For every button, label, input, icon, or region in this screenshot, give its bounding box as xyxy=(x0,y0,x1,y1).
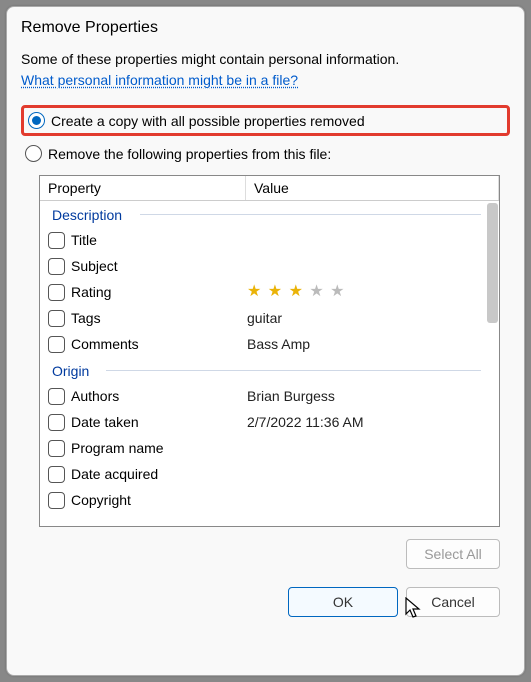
radio-icon xyxy=(25,145,42,162)
checkbox-comments[interactable] xyxy=(48,336,65,353)
checkbox-subject[interactable] xyxy=(48,258,65,275)
ok-button[interactable]: OK xyxy=(288,587,398,617)
intro-text: Some of these properties might contain p… xyxy=(21,49,510,70)
table-row: Tags guitar xyxy=(40,305,485,331)
scrollbar-thumb[interactable] xyxy=(487,203,498,323)
dialog-title: Remove Properties xyxy=(7,7,524,45)
radio-icon xyxy=(28,112,45,129)
group-origin: Origin xyxy=(40,357,485,383)
group-description: Description xyxy=(40,201,485,227)
checkbox-copyright[interactable] xyxy=(48,492,65,509)
header-property[interactable]: Property xyxy=(40,176,246,200)
checkbox-date-acquired[interactable] xyxy=(48,466,65,483)
table-row: Subject xyxy=(40,253,485,279)
button-row-top: Select All xyxy=(21,527,510,569)
prop-value: Bass Amp xyxy=(247,333,485,355)
prop-name: Program name xyxy=(71,437,247,459)
radio-group: Create a copy with all possible properti… xyxy=(21,105,510,165)
prop-name: Comments xyxy=(71,333,247,355)
option-create-copy[interactable]: Create a copy with all possible properti… xyxy=(21,105,510,136)
checkbox-rating[interactable] xyxy=(48,284,65,301)
checkbox-title[interactable] xyxy=(48,232,65,249)
table-row: Comments Bass Amp xyxy=(40,331,485,357)
checkbox-authors[interactable] xyxy=(48,388,65,405)
personal-info-link[interactable]: What personal information might be in a … xyxy=(21,72,298,88)
header-value[interactable]: Value xyxy=(246,176,499,200)
prop-name: Tags xyxy=(71,307,247,329)
prop-name: Rating xyxy=(71,281,247,303)
prop-value: Brian Burgess xyxy=(247,385,485,407)
prop-name: Title xyxy=(71,229,247,251)
table-row: Title xyxy=(40,227,485,253)
prop-value: guitar xyxy=(247,307,485,329)
table-row: Date acquired xyxy=(40,461,485,487)
properties-panel: Property Value Description Title Subject xyxy=(39,175,500,527)
cancel-button[interactable]: Cancel xyxy=(406,587,500,617)
properties-header: Property Value xyxy=(40,176,499,201)
option-create-copy-label: Create a copy with all possible properti… xyxy=(51,113,365,129)
select-all-button[interactable]: Select All xyxy=(406,539,500,569)
remove-properties-dialog: Remove Properties Some of these properti… xyxy=(6,6,525,676)
table-row: Copyright xyxy=(40,487,485,513)
prop-name: Copyright xyxy=(71,489,247,511)
checkbox-program-name[interactable] xyxy=(48,440,65,457)
option-remove-following[interactable]: Remove the following properties from thi… xyxy=(21,142,510,165)
table-row: Rating ★ ★ ★ ★ ★ xyxy=(40,279,485,305)
table-row: Program name xyxy=(40,435,485,461)
button-row-bottom: OK Cancel xyxy=(21,569,510,621)
checkbox-tags[interactable] xyxy=(48,310,65,327)
prop-name: Authors xyxy=(71,385,247,407)
prop-name: Date acquired xyxy=(71,463,247,485)
dialog-content: Some of these properties might contain p… xyxy=(7,45,524,675)
prop-name: Date taken xyxy=(71,411,247,433)
prop-value-rating: ★ ★ ★ ★ ★ xyxy=(247,281,485,303)
table-row: Authors Brian Burgess xyxy=(40,383,485,409)
table-row: Date taken 2/7/2022 11:36 AM xyxy=(40,409,485,435)
checkbox-date-taken[interactable] xyxy=(48,414,65,431)
prop-value: 2/7/2022 11:36 AM xyxy=(247,411,485,433)
option-remove-following-label: Remove the following properties from thi… xyxy=(48,146,331,162)
prop-name: Subject xyxy=(71,255,247,277)
properties-body: Description Title Subject Rating ★ ★ ★ ★… xyxy=(40,201,499,526)
intro-block: Some of these properties might contain p… xyxy=(21,49,510,91)
